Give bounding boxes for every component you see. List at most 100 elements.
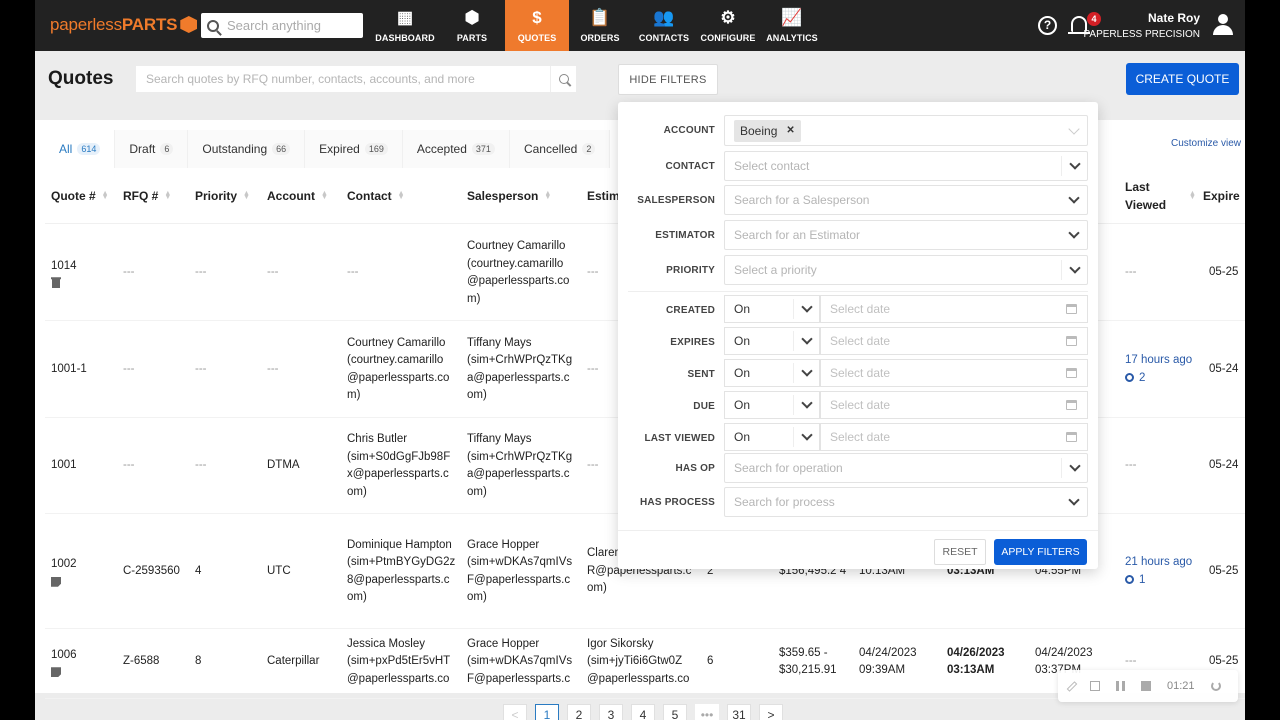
chart-icon: 📈 (781, 8, 803, 27)
date-operator-select[interactable]: On (724, 391, 820, 419)
cell-quote: 1001 (51, 418, 121, 514)
quote-search-input[interactable]: Search quotes by RFQ number, contacts, a… (136, 66, 576, 92)
cell-text: UTC (267, 564, 291, 577)
hide-filters-button[interactable]: HIDE FILTERS (618, 64, 718, 95)
date-operator-select[interactable]: On (724, 295, 820, 323)
sort-icon[interactable]: ▲ ▼ (102, 190, 109, 201)
date-operator-select[interactable]: On (724, 327, 820, 355)
note-icon[interactable] (51, 667, 61, 678)
page-button[interactable]: 5 (663, 704, 687, 720)
sort-icon[interactable]: ▲ ▼ (1189, 190, 1196, 201)
nav-item-contacts[interactable]: 👥 CONTACTS (632, 0, 696, 51)
column-header[interactable]: Priority ▲ ▼ (195, 168, 250, 224)
date-input[interactable]: Select date (820, 359, 1088, 387)
priority-filter-select[interactable]: Select a priority (724, 255, 1088, 285)
logo[interactable]: paperlessPARTS (50, 15, 198, 35)
nav-item-analytics[interactable]: 📈 ANALYTICS (760, 0, 824, 51)
page-button[interactable]: 3 (599, 704, 623, 720)
nav-item-orders[interactable]: 📋 ORDERS (568, 0, 632, 51)
date-operator-select[interactable]: On (724, 423, 820, 451)
column-header[interactable]: RFQ # ▲ ▼ (123, 168, 171, 224)
column-header[interactable]: Quote # ▲ ▼ (51, 168, 109, 224)
next-page-button[interactable]: > (759, 704, 783, 720)
calendar-icon[interactable] (1066, 432, 1077, 442)
cell-rfq: Z-6588 (123, 629, 193, 695)
tab-count-badge: 6 (160, 143, 174, 155)
nav-item-quotes[interactable]: $ QUOTES (505, 0, 569, 51)
tab-outstanding[interactable]: Outstanding 66 (188, 130, 306, 168)
sort-icon[interactable]: ▲ ▼ (164, 190, 171, 201)
page-button[interactable]: 1 (535, 704, 559, 720)
column-header[interactable]: Last Viewed ▲ ▼ (1125, 168, 1196, 224)
cell-text: 05-24 (1209, 459, 1239, 472)
filter-footer: RESET APPLY FILTERS (618, 530, 1098, 569)
global-search-input[interactable]: Search anything (201, 13, 363, 38)
column-header[interactable]: Salesperson ▲ ▼ (467, 168, 551, 224)
column-header[interactable]: Contact ▲ ▼ (347, 168, 405, 224)
date-placeholder: Select date (830, 430, 891, 444)
calendar-icon[interactable] (1066, 304, 1077, 314)
sticky-note-icon[interactable] (1090, 681, 1100, 691)
quote-search-button[interactable] (550, 66, 576, 92)
page-button[interactable]: 4 (631, 704, 655, 720)
page-button[interactable]: 31 (727, 704, 751, 720)
column-header[interactable]: Estim (587, 168, 620, 224)
cell-last-viewed[interactable]: 17 hours ago 2 (1125, 321, 1203, 418)
has-op-filter-select[interactable]: Search for operation (724, 453, 1088, 483)
nav-item-parts[interactable]: ⬢ PARTS (440, 0, 504, 51)
column-header[interactable]: Expire (1203, 168, 1240, 224)
chevron-down-icon (1068, 122, 1080, 135)
date-operator-select[interactable]: On (724, 359, 820, 387)
trash-icon[interactable] (51, 277, 61, 289)
apply-filters-button[interactable]: APPLY FILTERS (994, 539, 1087, 565)
tab-draft[interactable]: Draft 6 (115, 130, 189, 168)
stop-icon[interactable] (1141, 681, 1151, 691)
calendar-icon[interactable] (1066, 400, 1077, 410)
reset-filters-button[interactable]: RESET (934, 539, 986, 565)
tab-accepted[interactable]: Accepted 371 (402, 130, 510, 168)
dollar-icon: $ (532, 8, 542, 27)
column-header[interactable]: Account ▲ ▼ (267, 168, 328, 224)
help-icon[interactable]: ? (1038, 16, 1057, 35)
cell-price: $359.65 - $30,215.91 (779, 629, 857, 695)
contact-placeholder: Select contact (734, 159, 810, 173)
date-input[interactable]: Select date (820, 295, 1088, 323)
sort-icon[interactable]: ▲ ▼ (243, 190, 250, 201)
account-filter-select[interactable]: Boeing ✕ (724, 115, 1088, 146)
note-icon[interactable] (51, 576, 61, 587)
estimator-filter-select[interactable]: Search for an Estimator (724, 220, 1088, 250)
tab-count-badge: 371 (471, 143, 495, 155)
cell-salesperson: Grace Hopper (sim+wDKAs7qmIVs F@paperles… (467, 514, 585, 629)
pencil-icon[interactable] (1066, 680, 1078, 692)
prev-page-button[interactable]: < (503, 704, 527, 720)
date-input[interactable]: Select date (820, 327, 1088, 355)
date-input[interactable]: Select date (820, 391, 1088, 419)
column-header-label: Salesperson (467, 189, 539, 203)
nav-item-dashboard[interactable]: ▦ DASHBOARD (373, 0, 437, 51)
chevron-down-icon (1068, 262, 1081, 274)
salesperson-filter-select[interactable]: Search for a Salesperson (724, 185, 1088, 215)
pause-icon[interactable] (1116, 681, 1125, 691)
sort-icon[interactable]: ▲ ▼ (398, 190, 405, 201)
remove-chip-icon[interactable]: ✕ (786, 125, 794, 136)
calendar-icon[interactable] (1066, 336, 1077, 346)
sort-icon[interactable]: ▲ ▼ (321, 190, 328, 201)
create-quote-button[interactable]: CREATE QUOTE (1126, 63, 1239, 95)
cell-text: --- (195, 266, 207, 279)
calendar-icon[interactable] (1066, 368, 1077, 378)
tab-cancelled[interactable]: Cancelled 2 (509, 130, 611, 168)
tab-all[interactable]: All 614 (45, 130, 116, 168)
tab-expired[interactable]: Expired 169 (305, 130, 403, 168)
page-button[interactable]: 2 (567, 704, 591, 720)
nav-item-configure[interactable]: ⚙ CONFIGURE (696, 0, 760, 51)
customize-view-link[interactable]: Customize view (1171, 138, 1241, 149)
cell-last-viewed[interactable]: 21 hours ago 1 (1125, 514, 1203, 629)
user-name[interactable]: Nate Roy (1148, 11, 1200, 25)
contact-filter-select[interactable]: Select contact (724, 151, 1088, 181)
sort-icon[interactable]: ▲ ▼ (544, 190, 551, 201)
user-avatar-icon[interactable] (1213, 14, 1233, 36)
has-process-placeholder: Search for process (734, 495, 835, 509)
date-input[interactable]: Select date (820, 423, 1088, 451)
restart-icon[interactable] (1210, 681, 1221, 691)
has-process-filter-select[interactable]: Search for process (724, 487, 1088, 517)
